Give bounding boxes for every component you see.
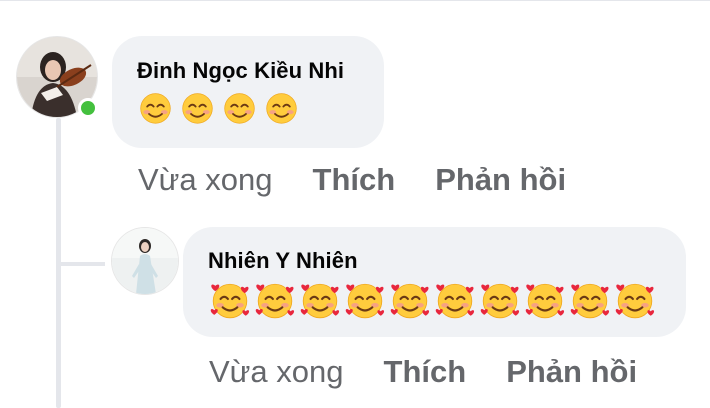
smiling-face-with-hearts-icon — [435, 283, 475, 319]
online-status-indicator — [78, 98, 98, 118]
like-button[interactable]: Thích — [313, 162, 396, 198]
comment-actions: Vừa xong Thích Phản hồi — [138, 162, 566, 198]
smiling-face-icon — [224, 93, 255, 124]
reply-button[interactable]: Phản hồi — [506, 354, 637, 390]
smiling-face-with-hearts-icon — [300, 283, 340, 319]
smiling-face-with-hearts-icon — [570, 283, 610, 319]
comment-timestamp[interactable]: Vừa xong — [138, 162, 273, 198]
comment-author[interactable]: Đinh Ngọc Kiều Nhi — [137, 58, 344, 84]
smiling-face-with-hearts-icon — [345, 283, 385, 319]
smiling-face-with-hearts-icon — [255, 283, 295, 319]
comment-emoji-row — [137, 89, 300, 126]
reply-connector-line — [61, 262, 105, 266]
smiling-face-with-hearts-icon — [480, 283, 520, 319]
smiling-face-with-hearts-icon — [525, 283, 565, 319]
reply-button[interactable]: Phản hồi — [435, 162, 566, 198]
smiling-face-with-hearts-icon — [390, 283, 430, 319]
comment-actions: Vừa xong Thích Phản hồi — [209, 354, 637, 390]
smiling-face-icon — [182, 93, 213, 124]
comment-bubble: Đinh Ngọc Kiều Nhi — [112, 36, 384, 148]
smiling-face-icon — [266, 93, 297, 124]
like-button[interactable]: Thích — [384, 354, 467, 390]
comment-author[interactable]: Nhiên Y Nhiên — [208, 248, 358, 274]
smiling-face-with-hearts-icon — [615, 283, 655, 319]
top-divider — [0, 0, 710, 1]
comment-timestamp[interactable]: Vừa xong — [209, 354, 344, 390]
comment-bubble: Nhiên Y Nhiên — [183, 227, 686, 337]
avatar[interactable] — [112, 228, 178, 294]
smiling-face-icon — [140, 93, 171, 124]
comment-emoji-row — [209, 279, 656, 321]
smiling-face-with-hearts-icon — [210, 283, 250, 319]
